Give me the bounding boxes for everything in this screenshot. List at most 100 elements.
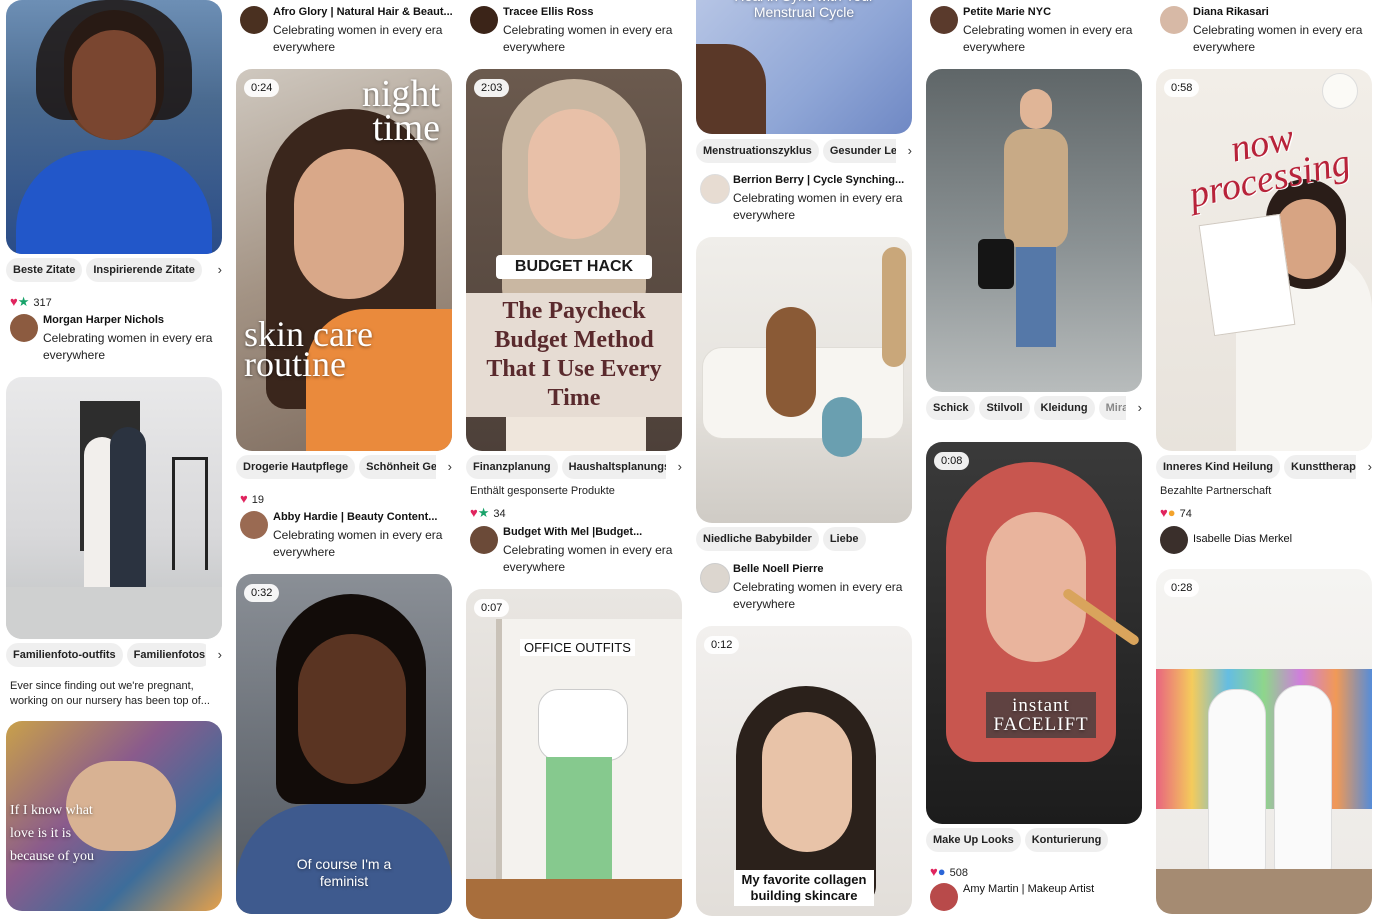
pin-video[interactable]: 0:24 night time skin care routine — [236, 69, 452, 451]
pin-author[interactable]: Berrion Berry | Cycle Synching... Celebr… — [700, 174, 912, 226]
chevron-right-icon[interactable]: › — [206, 643, 222, 667]
reaction-count: 74 — [1179, 508, 1192, 520]
author-name[interactable]: Belle Noell Pierre — [733, 563, 824, 575]
smile-icon: ● — [1167, 505, 1176, 520]
chevron-right-icon[interactable]: › — [896, 139, 912, 163]
author-name[interactable]: Morgan Harper Nichols — [43, 314, 164, 326]
sponsored-label: Enthält gesponserte Produkte — [470, 485, 615, 497]
author-name[interactable]: Budget With Mel |Budget... — [503, 526, 642, 538]
floor — [1156, 869, 1372, 914]
avatar[interactable] — [1160, 526, 1188, 554]
pin-image[interactable] — [6, 0, 222, 254]
tag-chip[interactable]: Beste Zitate — [6, 258, 83, 282]
pin-author[interactable]: Diana Rikasari Celebrating women in ever… — [1160, 6, 1372, 58]
avatar[interactable] — [240, 6, 268, 34]
blouse — [538, 689, 628, 761]
reactions: ♥★ 317 — [10, 294, 52, 310]
author-name[interactable]: Berrion Berry | Cycle Synching... — [733, 174, 904, 186]
pin-author[interactable]: Amy Martin | Makeup Artist — [930, 883, 1142, 911]
author-bio: Celebrating women in every era everywher… — [963, 23, 1133, 54]
budget-hack-badge: BUDGET HACK — [496, 255, 652, 279]
author-name[interactable]: Isabelle Dias Merkel — [1193, 533, 1292, 545]
pin-video[interactable]: 0:28 — [1156, 569, 1372, 914]
video-duration: 0:32 — [244, 584, 280, 602]
author-name[interactable]: Tracee Ellis Ross — [503, 6, 594, 18]
pin-video[interactable]: 0:32 Of course I'm a feminist — [236, 574, 452, 914]
pin-image[interactable] — [696, 237, 912, 523]
author-name[interactable]: Amy Martin | Makeup Artist — [963, 883, 1094, 895]
pin-video[interactable]: 0:07 OFFICE OUTFITS — [466, 589, 682, 919]
reaction-count: 508 — [949, 867, 968, 879]
chevron-right-icon[interactable]: › — [206, 258, 222, 282]
book — [1198, 213, 1296, 337]
jeans — [1016, 247, 1056, 347]
tag-chip[interactable]: Familienfoto-outfits — [6, 643, 123, 667]
pin-author[interactable]: Tracee Ellis Ross Celebrating women in e… — [470, 6, 682, 58]
pin-author[interactable]: Petite Marie NYC Celebrating women in ev… — [930, 6, 1142, 58]
avatar[interactable] — [700, 563, 730, 593]
pin-video[interactable]: 0:08 instant FACELIFT — [926, 442, 1142, 824]
tag-chip[interactable]: Liebe — [822, 527, 866, 551]
avatar[interactable] — [930, 6, 958, 34]
pin-image[interactable]: Heal in Sync with Your Menstrual Cycle — [696, 0, 912, 134]
pin-caption: Ever since finding out we're pregnant, w… — [10, 680, 210, 707]
author-name[interactable]: Petite Marie NYC — [963, 6, 1051, 18]
chevron-right-icon[interactable]: › — [666, 455, 682, 479]
tag-chip[interactable]: Inneres Kind Heilung — [1156, 455, 1281, 479]
chevron-right-icon[interactable]: › — [436, 455, 452, 479]
pin-author[interactable]: Belle Noell Pierre Celebrating women in … — [700, 563, 912, 615]
avatar[interactable] — [470, 6, 498, 34]
avatar[interactable] — [930, 883, 958, 911]
reactions: ♥● 508 — [930, 864, 968, 880]
tag-chip[interactable]: Inspirierende Zitate — [86, 258, 202, 282]
trousers — [546, 757, 612, 887]
coat — [1004, 129, 1068, 249]
floor — [466, 879, 682, 919]
tag-chip[interactable]: Menstruationszyklus — [696, 139, 819, 163]
tag-chip[interactable]: Make Up Looks — [926, 828, 1021, 852]
tag-chip[interactable]: Familienfotos — [126, 643, 213, 667]
chevron-right-icon[interactable]: › — [1356, 455, 1372, 479]
overlay-text: OFFICE OUTFITS — [520, 639, 635, 656]
chevron-right-icon[interactable]: › — [1126, 396, 1142, 420]
pin-author[interactable]: Isabelle Dias Merkel — [1160, 526, 1372, 554]
pin-video[interactable]: 0:58 now processing — [1156, 69, 1372, 451]
tag-chip[interactable]: Niedliche Babybilder — [696, 527, 819, 551]
tag-chip[interactable]: Kleidung — [1033, 396, 1095, 420]
pin-author[interactable]: Abby Hardie | Beauty Content... Celebrat… — [240, 511, 452, 563]
overlay-text: instant FACELIFT — [993, 695, 1089, 735]
avatar[interactable] — [470, 526, 498, 554]
avatar[interactable] — [700, 174, 730, 204]
author-name[interactable]: Afro Glory | Natural Hair & Beaut... — [273, 6, 453, 18]
tag-chip[interactable]: Stilvoll — [979, 396, 1030, 420]
tag-chip[interactable]: Haushaltsplanungsti — [561, 455, 682, 479]
pin-image[interactable] — [6, 377, 222, 639]
tag-chip[interactable]: Schick — [926, 396, 976, 420]
sponsored-label: Bezahlte Partnerschaft — [1160, 485, 1272, 497]
avatar[interactable] — [1160, 6, 1188, 34]
pin-video[interactable]: 0:12 My favorite collagen building skinc… — [696, 626, 912, 916]
planter — [172, 457, 208, 570]
pin-image[interactable]: If I know what love is it is because of … — [6, 721, 222, 911]
avatar[interactable] — [10, 314, 38, 342]
tag-row: Inneres Kind Heilung Kunsttherapie › — [1156, 455, 1372, 479]
tag-row: Familienfoto-outfits Familienfotos › — [6, 643, 222, 667]
tag-chip[interactable]: Drogerie Hautpflege — [236, 455, 356, 479]
author-name[interactable]: Abby Hardie | Beauty Content... — [273, 511, 437, 523]
avatar[interactable] — [240, 511, 268, 539]
arm — [696, 44, 766, 134]
pin-video[interactable]: 2:03 BUDGET HACK The Paycheck Budget Met… — [466, 69, 682, 451]
pin-image[interactable] — [926, 69, 1142, 392]
pin-author[interactable]: Morgan Harper Nichols Celebrating women … — [10, 314, 222, 366]
tag-chip[interactable]: Finanzplanung — [466, 455, 558, 479]
tag-chip[interactable]: Konturierung — [1024, 828, 1109, 852]
author-name[interactable]: Diana Rikasari — [1193, 6, 1269, 18]
heart-icon: ♥ — [240, 491, 248, 506]
woman — [766, 307, 816, 417]
video-duration: 0:28 — [1164, 579, 1200, 597]
portrait-face — [986, 512, 1086, 662]
pin-author[interactable]: Afro Glory | Natural Hair & Beaut... Cel… — [240, 6, 453, 58]
pin-author[interactable]: Budget With Mel |Budget... Celebrating w… — [470, 526, 682, 578]
author-bio: Celebrating women in every era everywher… — [43, 331, 213, 362]
star-icon: ★ — [477, 505, 490, 520]
